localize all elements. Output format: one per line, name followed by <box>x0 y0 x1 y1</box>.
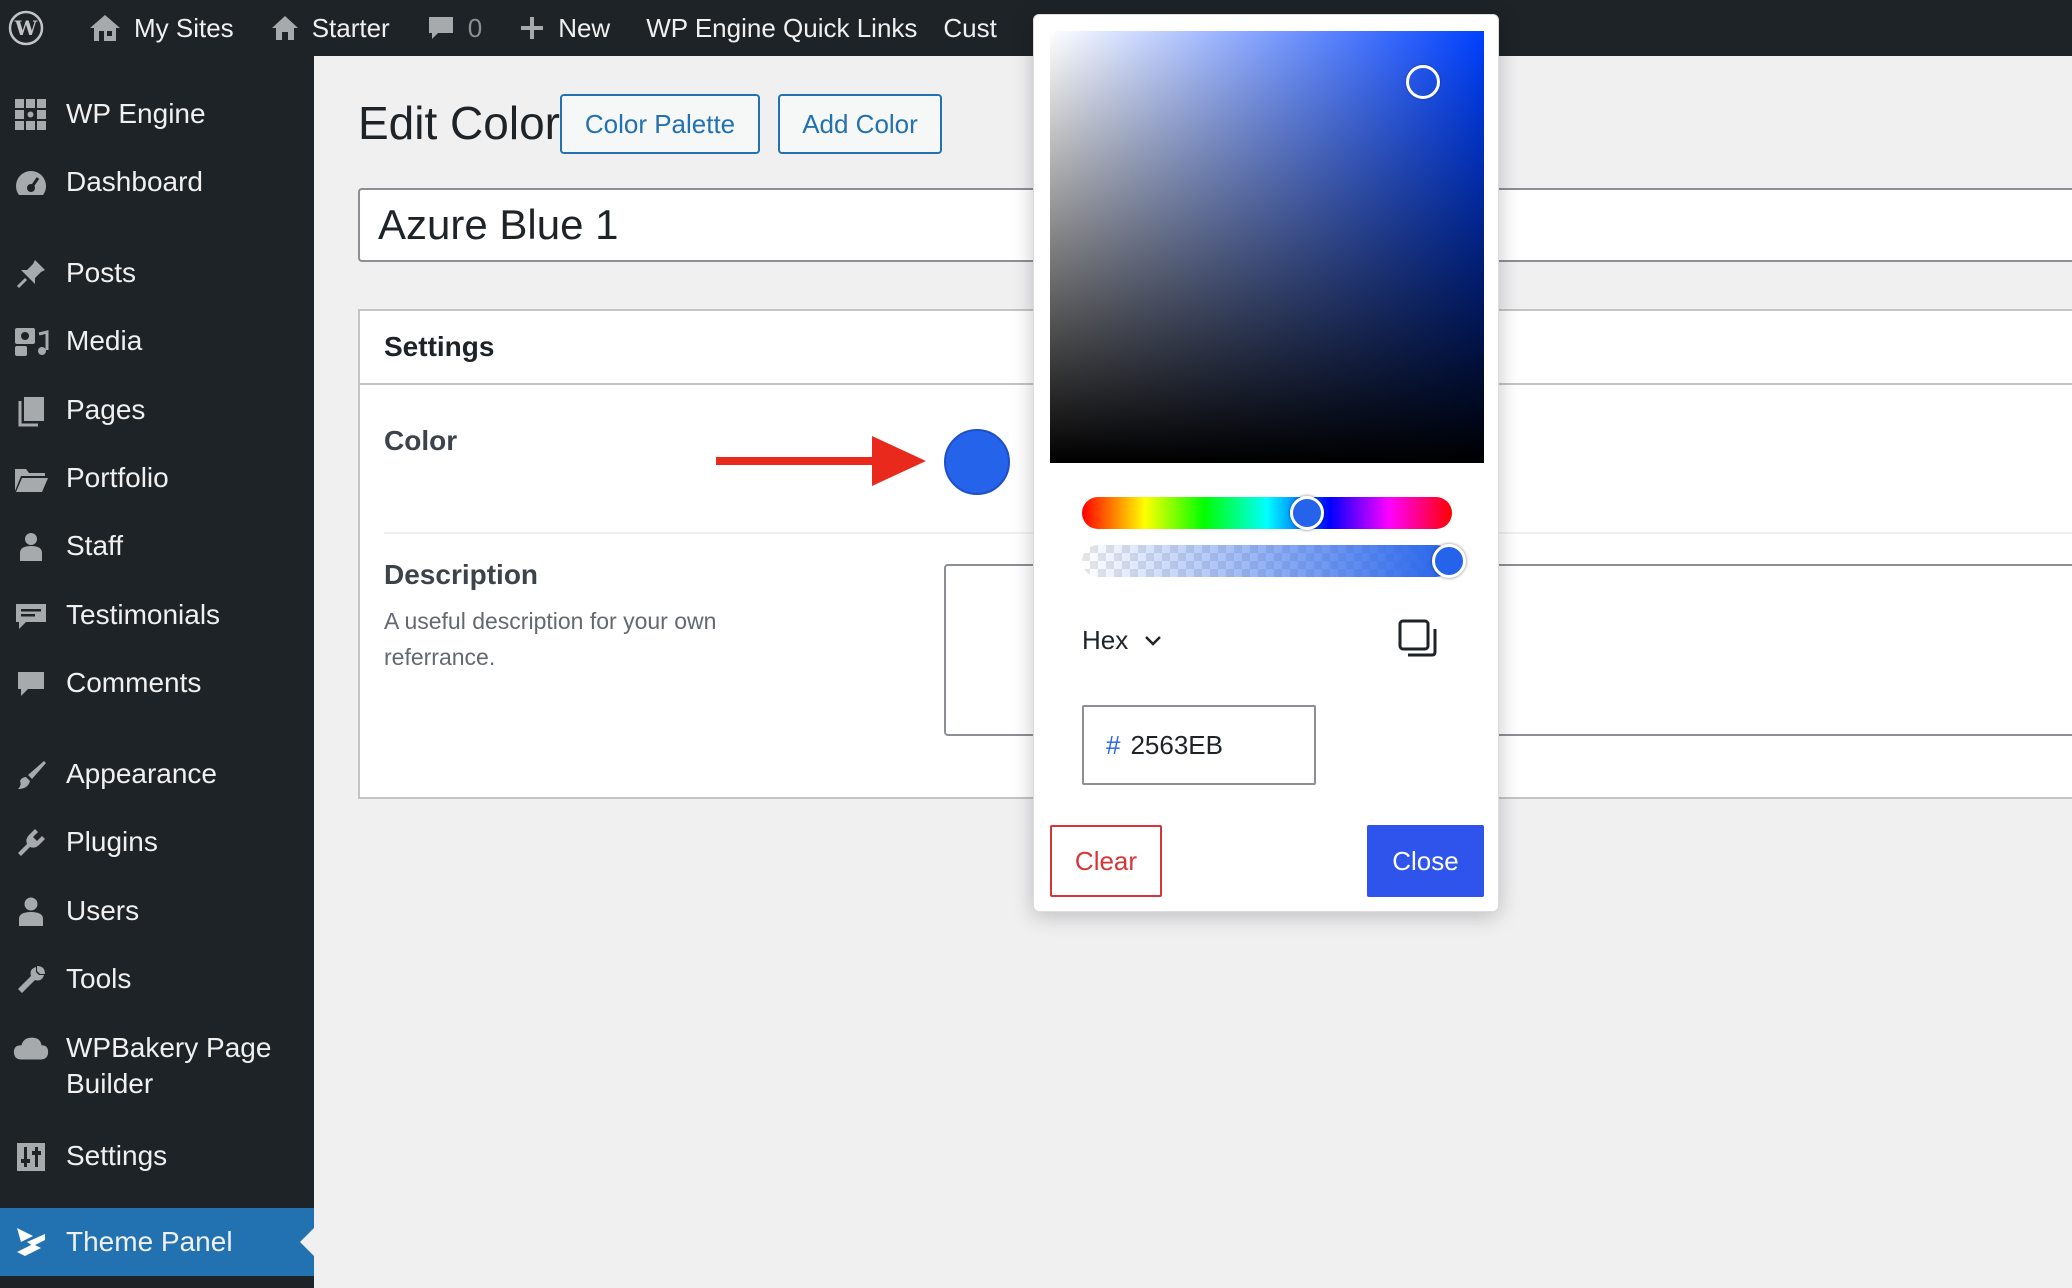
sidebar-item-label: Users <box>66 895 140 926</box>
color-field-label: Color <box>384 425 458 456</box>
hash-prefix: # <box>1106 729 1121 760</box>
sidebar-item-pages[interactable]: Pages <box>0 392 314 430</box>
alpha-slider[interactable] <box>1082 544 1466 578</box>
new-label: New <box>558 12 611 43</box>
sidebar-item-tools[interactable]: Tools <box>0 961 314 999</box>
sidebar-item-label: Theme Panel <box>66 1226 233 1257</box>
customize-menu[interactable]: Cust <box>935 0 1014 56</box>
color-swatch-button[interactable] <box>944 429 1010 495</box>
sidebar-item-label: Appearance <box>66 758 218 789</box>
pages-icon <box>12 392 50 430</box>
theme-panel-icon <box>12 1223 50 1261</box>
sidebar-item-comments[interactable]: Comments <box>0 665 314 703</box>
wordpress-logo-icon[interactable]: W <box>0 0 70 56</box>
description-field-label: Description <box>384 559 539 590</box>
sidebar-item-dashboard[interactable]: Dashboard <box>0 164 314 202</box>
sidebar-item-media[interactable]: Media <box>0 323 314 361</box>
wp-engine-quick-links-menu[interactable]: WP Engine Quick Links <box>628 0 935 56</box>
sidebar-item-plugins[interactable]: Plugins <box>0 824 314 862</box>
sidebar-item-staff[interactable]: Staff <box>0 528 314 566</box>
sidebar-item-users[interactable]: Users <box>0 893 314 931</box>
hex-value: 2563EB <box>1130 729 1223 760</box>
saturation-handle[interactable] <box>1406 65 1440 99</box>
color-picker-popover: Hex # 2563EB Clear Close <box>1033 14 1499 912</box>
sidebar-item-label: Settings <box>66 1140 168 1171</box>
cloud-icon <box>12 1030 50 1068</box>
wp-engine-icon <box>12 96 50 134</box>
hue-slider-handle[interactable] <box>1290 496 1325 530</box>
comments-menu[interactable]: 0 <box>408 0 500 56</box>
comment-count: 0 <box>467 12 483 43</box>
testimonial-icon <box>12 597 50 635</box>
sidebar-item-label: Portfolio <box>66 462 169 493</box>
sidebar-item-label: Dashboard <box>66 166 203 197</box>
sidebar-item-label: Plugins <box>66 826 158 857</box>
red-arrow-annotation <box>716 436 926 486</box>
comment-icon <box>12 665 50 703</box>
sidebar-item-label: Comments <box>66 667 202 698</box>
admin-sidebar: WP Engine Dashboard Posts Media Pages Po… <box>0 56 314 1288</box>
sidebar-item-label: Tools <box>66 963 132 994</box>
page-title: Edit Color <box>358 97 560 149</box>
plus-icon <box>521 17 544 39</box>
sidebar-item-theme-panel[interactable]: Theme Panel <box>0 1208 314 1276</box>
dashboard-icon <box>12 164 50 202</box>
site-name-label: Starter <box>311 12 390 43</box>
sidebar-item-testimonials[interactable]: Testimonials <box>0 597 314 635</box>
current-indicator <box>300 1228 314 1256</box>
alpha-slider-handle[interactable] <box>1432 544 1466 578</box>
pin-icon <box>12 255 50 293</box>
saturation-value-area[interactable] <box>1050 31 1484 463</box>
sidebar-item-wp-engine[interactable]: WP Engine <box>0 96 314 134</box>
media-icon <box>12 323 50 361</box>
users-icon <box>12 893 50 931</box>
my-sites-menu[interactable]: My Sites <box>70 0 252 56</box>
sidebar-item-appearance[interactable]: Appearance <box>0 756 314 794</box>
customize-label: Cust <box>943 12 997 43</box>
wrench-icon <box>12 961 50 999</box>
sidebar-item-label: WP Engine <box>66 98 206 129</box>
hue-slider[interactable] <box>1082 496 1452 530</box>
home-icon <box>271 16 298 40</box>
color-palette-button[interactable]: Color Palette <box>560 94 760 154</box>
copy-icon[interactable] <box>1398 619 1438 661</box>
plug-icon <box>12 824 50 862</box>
clear-button[interactable]: Clear <box>1050 825 1162 897</box>
site-name-menu[interactable]: Starter <box>252 0 408 56</box>
description-help-text: A useful description for your own referr… <box>384 608 717 670</box>
chevron-down-icon <box>1145 635 1162 646</box>
sidebar-item-label: Staff <box>66 530 124 561</box>
color-format-value: Hex <box>1082 625 1129 655</box>
sidebar-item-posts[interactable]: Posts <box>0 255 314 293</box>
new-content-menu[interactable]: New <box>500 0 628 56</box>
comment-bubble-icon <box>428 17 453 39</box>
sidebar-item-label: Media <box>66 325 143 356</box>
svg-text:W: W <box>14 16 38 40</box>
person-icon <box>12 528 50 566</box>
color-format-select[interactable]: Hex <box>1082 625 1162 656</box>
brush-icon <box>12 756 50 794</box>
sidebar-item-settings[interactable]: Settings <box>0 1138 314 1176</box>
sidebar-item-label: Pages <box>66 394 146 425</box>
sidebar-item-label: Testimonials <box>66 599 221 630</box>
folder-icon <box>12 460 50 498</box>
add-color-button[interactable]: Add Color <box>778 94 942 154</box>
sidebar-item-wpbakery[interactable]: WPBakery Page Builder <box>0 1030 314 1102</box>
post-title-value: Azure Blue 1 <box>378 201 619 248</box>
sliders-icon <box>12 1138 50 1176</box>
hex-input[interactable]: # 2563EB <box>1082 705 1316 785</box>
sidebar-item-portfolio[interactable]: Portfolio <box>0 460 314 498</box>
quick-links-label: WP Engine Quick Links <box>646 12 918 43</box>
sidebar-item-label: Posts <box>66 257 137 288</box>
close-button[interactable]: Close <box>1367 825 1484 897</box>
sidebar-item-label: WPBakery Page Builder <box>66 1032 272 1099</box>
sites-icon <box>90 15 120 41</box>
my-sites-label: My Sites <box>134 12 234 43</box>
